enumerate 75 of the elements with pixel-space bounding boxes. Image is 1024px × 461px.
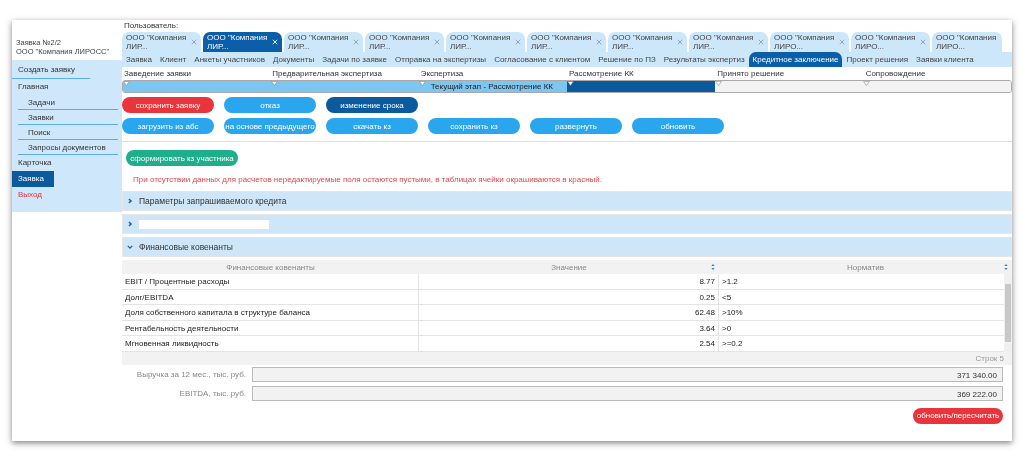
table-cell: 2.54 xyxy=(419,336,719,351)
stage-label: Рассмотрение КК xyxy=(568,68,635,80)
table-cell: 0.25 xyxy=(419,289,719,304)
stage-marker-icon xyxy=(271,81,278,86)
table-cell: EBIT / Процентные расходы xyxy=(122,274,419,289)
section-tab[interactable]: Заявка xyxy=(122,52,156,67)
sidebar-item[interactable]: Главная xyxy=(12,79,122,95)
stage-marker-icon xyxy=(567,81,574,86)
user-label: Пользователь: xyxy=(123,20,180,32)
table-cell-text: >=0.2 xyxy=(721,338,744,350)
current-stage-label: Текущий этап - Рассмотрение КК xyxy=(430,82,554,91)
table-cell: 3.64 xyxy=(419,320,719,335)
sort-icon[interactable] xyxy=(711,263,715,271)
readonly-field[interactable]: 369 222.00 xyxy=(252,385,1003,401)
chevron-down-icon[interactable] xyxy=(127,244,133,250)
table-cell: Доля собственного капитала в структуре баланса xyxy=(122,305,419,320)
sidebar-item[interactable]: Карточка xyxy=(12,155,122,171)
readonly-field[interactable]: 371 340.00 xyxy=(252,366,1003,382)
table-cell-text: >0 xyxy=(721,322,733,335)
stage-label: Заведение заявки xyxy=(123,68,193,80)
row-count: Строк 5 xyxy=(975,353,1004,363)
stage-label: Сопровождение xyxy=(864,68,927,80)
table-cell: Мгновенная ликвидность xyxy=(122,336,419,351)
panel-header[interactable]: Параметры запрашиваемого кредита xyxy=(122,191,1012,211)
panel-header[interactable]: Финансовые ковенанты xyxy=(122,237,1012,257)
document-tab[interactable]: ООО "Компания ЛИР... xyxy=(122,32,201,52)
sidebar-item[interactable]: Заявка xyxy=(12,171,54,187)
document-tab[interactable]: ООО "Компания ЛИР... xyxy=(527,32,606,52)
sidebar-subitem[interactable]: Поиск xyxy=(18,125,118,140)
document-tab[interactable]: ООО "Компания ЛИРО... xyxy=(932,32,1002,52)
document-tab[interactable]: ООО "Компания ЛИР... xyxy=(284,32,363,52)
table-cell: 62.48 xyxy=(419,305,719,320)
stage-label: Принято решение xyxy=(716,68,786,80)
document-tab[interactable]: ООО "Компания ЛИР... xyxy=(203,32,282,52)
section-tab[interactable]: Отправка на экспертизы xyxy=(391,52,491,67)
document-tab[interactable]: ООО "Компания ЛИР... xyxy=(608,32,687,52)
section-tab[interactable]: Клиент xyxy=(156,52,191,67)
chevron-right-icon[interactable] xyxy=(127,221,133,227)
warning-text: При отсутствии данных для расчетов нередактируемые поля остаются пустыми, в таблицах ячейки окрашиваются в красный. xyxy=(132,175,603,184)
field-label: EBITDA, тыс. руб. xyxy=(178,388,246,398)
section-tab[interactable]: Согласование с клиентом xyxy=(490,52,595,67)
section-tab[interactable]: Результаты экспертиз xyxy=(659,52,749,67)
document-tab[interactable]: ООО "Компания ЛИР... xyxy=(446,32,525,52)
document-tab[interactable]: ООО "Компания ЛИРО... xyxy=(770,32,849,52)
stage-label: Экспертиза xyxy=(419,68,465,80)
section-tab[interactable]: Документы xyxy=(268,52,319,67)
recalculate-button[interactable]: обновить/пересчитать xyxy=(913,407,1003,424)
stage-marker-icon xyxy=(123,81,130,86)
section-tab[interactable]: Задачи по заявке xyxy=(318,52,392,67)
field-label: Выручка за 12 мес., тыс. руб. xyxy=(135,369,246,379)
document-tab[interactable]: ООО "Компания ЛИР... xyxy=(689,32,768,52)
table-cell-text: >10% xyxy=(721,307,744,319)
sidebar-subitem[interactable]: Запросы документов xyxy=(18,140,118,155)
sidebar-subitem[interactable]: Заявки xyxy=(18,110,118,125)
stage-marker-icon xyxy=(419,81,426,86)
section-tab[interactable]: Кредитное заключение xyxy=(748,52,843,67)
action-button[interactable]: изменение срока xyxy=(326,97,418,113)
table-cell-text: >1.2 xyxy=(721,276,739,288)
section-tab[interactable]: Анкеты участников xyxy=(190,52,269,67)
table-cell-text: <5 xyxy=(721,291,733,304)
panel-input-field[interactable] xyxy=(139,219,269,229)
action-button[interactable]: сохранить заявку xyxy=(122,97,214,113)
sidebar-item[interactable]: Создать заявку xyxy=(12,62,90,79)
document-tab[interactable]: ООО "Компания ЛИРО... xyxy=(851,32,930,52)
section-tab[interactable]: Проект решения xyxy=(842,52,913,67)
document-tab[interactable]: ООО "Компания ЛИР... xyxy=(365,32,444,52)
chevron-right-icon[interactable] xyxy=(127,198,133,204)
table-cell: Рентабельность деятельности xyxy=(122,320,419,335)
sidebar-subitem[interactable]: Задачи xyxy=(18,95,118,110)
table-cell: Долг/EBITDA xyxy=(122,289,419,304)
section-tab[interactable]: Решение по ПЗ xyxy=(594,52,660,67)
sort-icon[interactable] xyxy=(1004,263,1008,271)
section-tab[interactable]: Заявки клиента xyxy=(912,52,978,67)
table-cell: 8.77 xyxy=(419,274,719,289)
stage-label: Предварительная экспертиза xyxy=(271,68,383,80)
